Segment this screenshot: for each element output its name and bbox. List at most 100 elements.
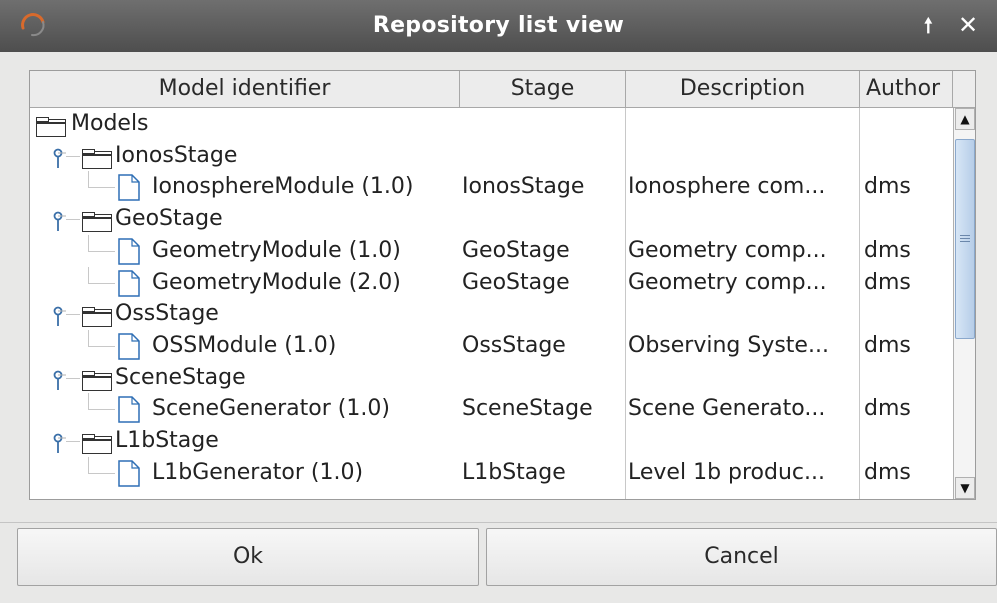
description-cell: Geometry comp...: [628, 269, 827, 295]
tree-connector: [66, 219, 80, 221]
tree-node-leaf: L1bGenerator (1.0): [30, 456, 458, 489]
model-identifier: SceneGenerator (1.0): [152, 396, 390, 422]
tree-node-label: OssStage: [115, 301, 219, 327]
maximize-button[interactable]: 🠕: [924, 10, 933, 40]
tree-node-group: SceneStage: [30, 362, 458, 394]
author-cell: dms: [864, 269, 911, 295]
author-cell: dms: [864, 459, 911, 485]
tree-connector: [66, 155, 80, 157]
stage-cell: GeoStage: [462, 269, 570, 295]
stage-cell: SceneStage: [462, 396, 593, 422]
document-icon: [118, 238, 140, 265]
repository-table[interactable]: Model identifier Stage Description Autho…: [29, 70, 976, 500]
model-identifier: GeometryModule (2.0): [152, 269, 401, 295]
tree-connector: [66, 314, 80, 316]
tree-expand-handle-icon: [52, 368, 66, 390]
stage-cell: OssStage: [462, 332, 566, 358]
folder-icon: [82, 432, 112, 454]
description-cell: Ionosphere com...: [628, 174, 826, 200]
table-row[interactable]: GeometryModule (1.0) GeoStage Geometry com…: [30, 234, 953, 267]
tree-connector: [88, 266, 115, 284]
table-row[interactable]: GeoStage: [30, 203, 953, 235]
description-cell: Observing Syste...: [628, 332, 829, 358]
window-titlebar: Repository list view 🠕 ✕: [0, 0, 997, 52]
table-header: Model identifier Stage Description Autho…: [30, 71, 953, 108]
description-cell: Scene Generato...: [628, 396, 826, 422]
tree-node-root: Models: [30, 108, 458, 140]
tree-expand-handle-icon: [52, 431, 66, 453]
stage-cell: GeoStage: [462, 237, 570, 263]
tree-node-leaf: SceneGenerator (1.0): [30, 393, 458, 425]
folder-icon: [82, 147, 112, 169]
document-icon: [118, 333, 140, 360]
vertical-scrollbar[interactable]: ▲ ▼: [953, 108, 975, 499]
author-cell: dms: [864, 237, 911, 263]
model-identifier: L1bGenerator (1.0): [152, 459, 364, 485]
author-cell: dms: [864, 174, 911, 200]
table-row[interactable]: Models: [30, 108, 953, 140]
table-row[interactable]: L1bStage: [30, 425, 953, 457]
scrollbar-thumb[interactable]: [955, 139, 975, 339]
tree-node-group: OssStage: [30, 298, 458, 330]
grip-line: [960, 235, 970, 236]
tree-node-label: L1bStage: [115, 428, 219, 453]
stage-cell: L1bStage: [462, 459, 566, 485]
table-row[interactable]: L1bGenerator (1.0) L1bStage Level 1b produ…: [30, 456, 953, 489]
document-icon: [118, 459, 140, 487]
folder-icon: [36, 115, 66, 137]
table-row[interactable]: GeometryModule (2.0) GeoStage Geometry com…: [30, 266, 953, 299]
column-header-model-identifier[interactable]: Model identifier: [30, 71, 460, 107]
scroll-down-arrow-icon[interactable]: ▼: [955, 477, 975, 499]
model-identifier: OSSModule (1.0): [152, 332, 337, 358]
table-row[interactable]: OssStage: [30, 298, 953, 330]
ok-button[interactable]: Ok: [17, 528, 479, 586]
table-row[interactable]: IonosStage: [30, 140, 953, 172]
table-row[interactable]: SceneGenerator (1.0) SceneStage Scene Gene…: [30, 393, 953, 425]
tree-connector: [88, 329, 115, 347]
column-header-stage[interactable]: Stage: [460, 71, 626, 107]
document-icon: [118, 269, 140, 297]
document-icon: [118, 396, 140, 424]
tree-node-leaf: IonosphereModule (1.0): [30, 171, 458, 203]
button-separator: [0, 522, 997, 523]
tree-node-group: GeoStage: [30, 203, 458, 235]
tree-connector: [66, 377, 80, 379]
tree-node-group: IonosStage: [30, 140, 458, 172]
stage-cell: IonosStage: [462, 174, 585, 200]
grip-line: [960, 238, 970, 239]
tree-connector: [88, 171, 115, 189]
author-cell: dms: [864, 396, 911, 422]
tree-connector: [88, 456, 115, 474]
model-identifier: IonosphereModule (1.0): [152, 174, 414, 200]
tree-node-label: IonosStage: [115, 142, 238, 168]
model-identifier: GeometryModule (1.0): [152, 237, 401, 263]
tree-node-label: SceneStage: [115, 364, 246, 390]
tree-node-leaf: GeometryModule (2.0): [30, 266, 458, 299]
tree-node-label: Models: [71, 111, 149, 136]
tree-node-label: GeoStage: [115, 206, 223, 232]
grip-line: [960, 241, 970, 242]
tree-connector: [88, 393, 115, 411]
tree-expand-handle-icon: [52, 304, 66, 327]
column-header-description[interactable]: Description: [626, 71, 860, 107]
tree-expand-handle-icon: [52, 209, 66, 232]
table-row[interactable]: IonosphereModule (1.0) IonosStage Ionosphe…: [30, 171, 953, 203]
scroll-up-arrow-icon[interactable]: ▲: [955, 108, 975, 130]
folder-icon: [82, 305, 112, 328]
folder-icon: [82, 369, 112, 391]
tree-connector: [88, 234, 115, 252]
table-row[interactable]: SceneStage: [30, 362, 953, 394]
tree-node-leaf: OSSModule (1.0): [30, 329, 458, 362]
tree-node-group: L1bStage: [30, 425, 458, 457]
header-corner: [953, 71, 975, 108]
close-button[interactable]: ✕: [958, 10, 978, 40]
cancel-button[interactable]: Cancel: [486, 528, 997, 586]
description-cell: Level 1b produc...: [628, 459, 825, 485]
author-cell: dms: [864, 332, 911, 358]
tree-expand-handle-icon: [52, 146, 66, 168]
column-header-author[interactable]: Author: [860, 71, 953, 107]
table-row[interactable]: OSSModule (1.0) OssStage Observing Syste..…: [30, 329, 953, 362]
description-cell: Geometry comp...: [628, 237, 827, 263]
tree-node-leaf: GeometryModule (1.0): [30, 234, 458, 267]
tree-connector: [66, 441, 80, 442]
